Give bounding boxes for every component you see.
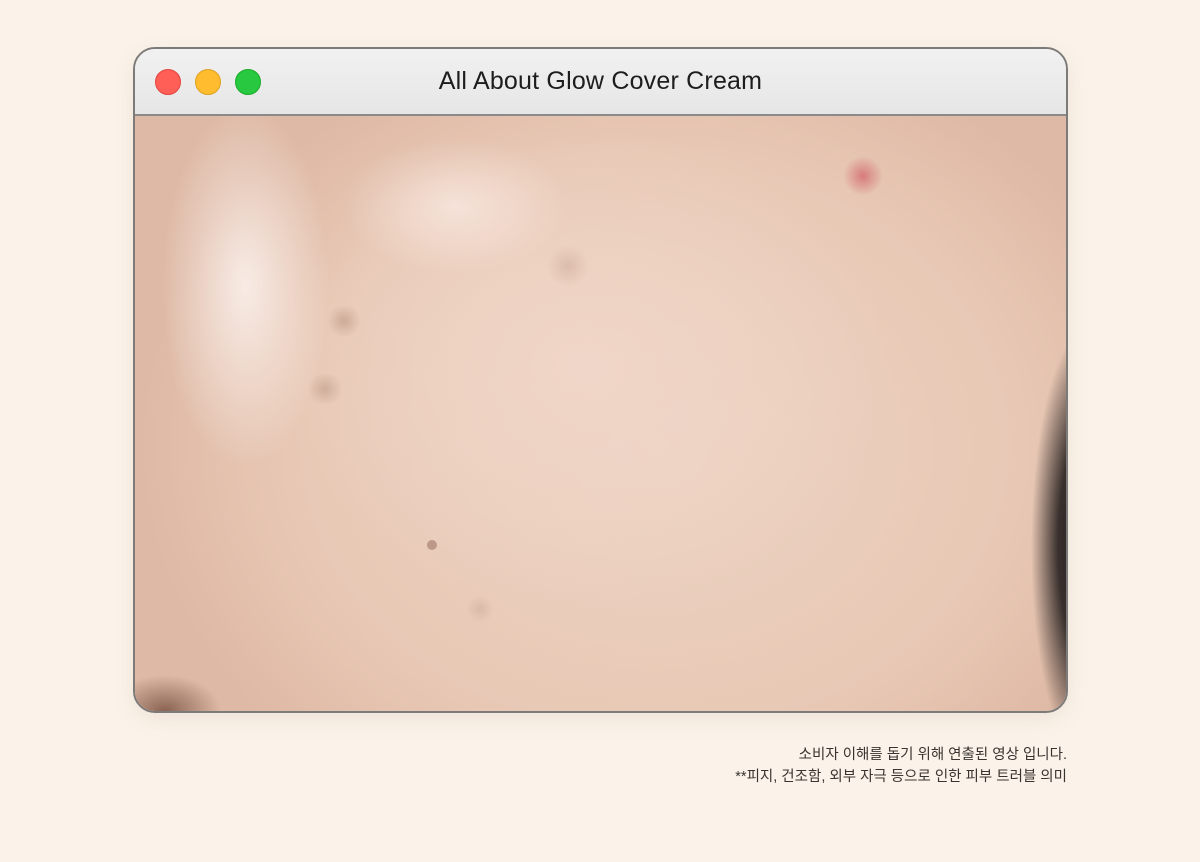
caption-line: 소비자 이해를 돕기 위해 연출된 영상 입니다. xyxy=(798,747,1067,763)
hair-shadow xyxy=(1026,346,1066,711)
window-titlebar[interactable]: All About Glow Cover Cream xyxy=(135,49,1066,116)
pore-spot xyxy=(427,540,437,550)
blemish-spot xyxy=(843,156,883,196)
window-controls xyxy=(155,69,261,95)
pore-spot xyxy=(545,246,591,286)
pore-spot xyxy=(305,374,345,404)
pore-spot xyxy=(465,596,495,622)
video-player[interactable] xyxy=(135,116,1066,711)
app-window: All About Glow Cover Cream xyxy=(133,47,1068,713)
window-title: All About Glow Cover Cream xyxy=(438,67,763,95)
page: All About Glow Cover Cream 소비자 이해를 돕기 위해… xyxy=(0,0,1200,862)
caption-line: **피지, 건조함, 외부 자극 등으로 인한 피부 트러블 의미 xyxy=(735,769,1067,785)
pore-spot xyxy=(325,306,363,336)
close-button[interactable] xyxy=(155,69,181,95)
zoom-button[interactable] xyxy=(235,69,261,95)
skin-closeup-image xyxy=(135,116,1066,711)
minimize-button[interactable] xyxy=(195,69,221,95)
nose-shadow xyxy=(135,656,235,711)
disclaimer-caption: 소비자 이해를 돕기 위해 연출된 영상 입니다. **피지, 건조함, 외부 … xyxy=(735,744,1067,788)
